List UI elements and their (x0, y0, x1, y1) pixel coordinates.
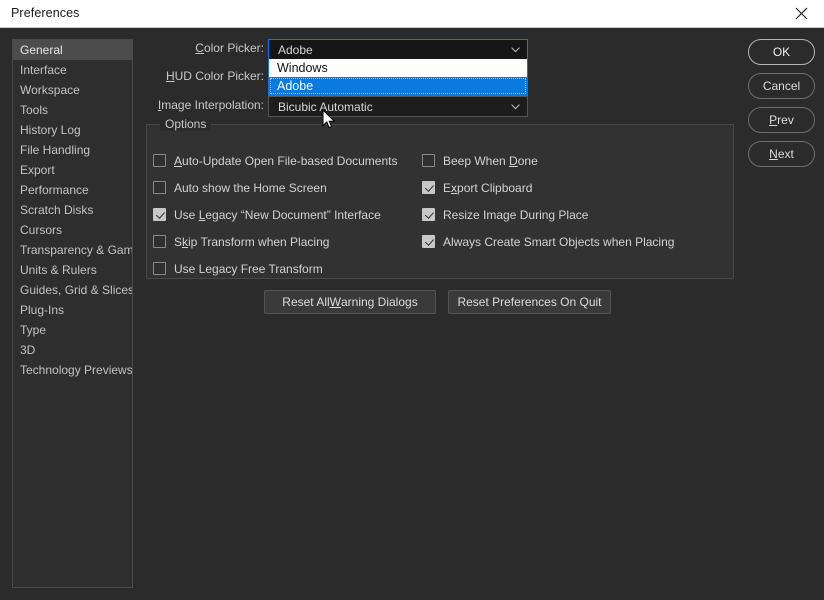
sidebar-item-label: Workspace (20, 83, 80, 97)
checkbox-label: Export Clipboard (443, 180, 533, 195)
image-interpolation-label: Image Interpolation: (157, 98, 264, 112)
checkbox-checked-icon[interactable] (422, 235, 435, 248)
sidebar-item-units-rulers[interactable]: Units & Rulers (13, 260, 132, 280)
sidebar-item-label: Type (20, 323, 47, 337)
sidebar-item-tools[interactable]: Tools (13, 100, 132, 120)
sidebar-item-label: Guides, Grid & Slices (20, 283, 133, 297)
chevron-down-icon (511, 47, 520, 53)
hud-color-picker-label: HUD Color Picker: (165, 69, 264, 83)
color-picker-label: Color Picker: (195, 41, 264, 55)
sidebar-item-label: 3D (20, 343, 36, 357)
reset-preferences-on-quit-button[interactable]: Reset Preferences On Quit (448, 290, 611, 314)
close-x-glyph (795, 7, 807, 20)
checkbox-label: Always Create Smart Objects when Placing (443, 234, 675, 249)
sidebar-item-label: Plug-Ins (20, 303, 65, 317)
checkbox-auto-update-open-file-based-documents[interactable]: Auto-Update Open File-based Documents (153, 147, 423, 174)
checkbox-checked-icon[interactable] (153, 208, 166, 221)
sidebar-item-label: Performance (20, 183, 89, 197)
color-picker-value: Adobe (278, 43, 313, 57)
checkbox-auto-show-the-home-screen[interactable]: Auto show the Home Screen (153, 174, 423, 201)
checkbox-label: Use Legacy Free Transform (174, 261, 323, 276)
options-left-column: Auto-Update Open File-based Documents Aut… (153, 147, 423, 282)
checkbox-label: Use Legacy “New Document” Interface (174, 207, 381, 222)
ok-button[interactable]: OK (748, 39, 815, 65)
checkbox-checked-icon[interactable] (422, 181, 435, 194)
next-button[interactable]: Next (748, 141, 815, 167)
preferences-dialog-body: General Interface Workspace Tools History Lo… (0, 28, 824, 600)
sidebar-item-transparency-gamut[interactable]: Transparency & Gamut (13, 240, 132, 260)
checkbox-label: Auto-Update Open File-based Documents (174, 153, 398, 168)
color-picker-option-windows[interactable]: Windows (269, 59, 527, 77)
sidebar-item-plug-ins[interactable]: Plug-Ins (13, 300, 132, 320)
sidebar-item-label: Cursors (20, 223, 63, 237)
image-interpolation-value: Bicubic Automatic (278, 100, 373, 114)
window-titlebar: Preferences (0, 0, 824, 28)
checkbox-label: Auto show the Home Screen (174, 180, 327, 195)
sidebar-item-guides-grid-slices[interactable]: Guides, Grid & Slices (13, 280, 132, 300)
cancel-button[interactable]: Cancel (748, 73, 815, 99)
sidebar-item-performance[interactable]: Performance (13, 180, 132, 200)
sidebar-item-label: General (20, 43, 63, 57)
checkbox-use-legacy-free-transform[interactable]: Use Legacy Free Transform (153, 255, 423, 282)
sidebar-item-workspace[interactable]: Workspace (13, 80, 132, 100)
checkbox-checked-icon[interactable] (422, 208, 435, 221)
close-icon[interactable] (778, 0, 824, 27)
sidebar-item-file-handling[interactable]: File Handling (13, 140, 132, 160)
checkbox-label: Skip Transform when Placing (174, 234, 330, 249)
sidebar-item-export[interactable]: Export (13, 160, 132, 180)
chevron-down-icon (511, 104, 520, 110)
sidebar-item-3d[interactable]: 3D (13, 340, 132, 360)
prev-button[interactable]: Prev (748, 107, 815, 133)
sidebar-item-cursors[interactable]: Cursors (13, 220, 132, 240)
sidebar-item-label: Tools (20, 103, 49, 117)
window-title: Preferences (11, 6, 80, 20)
sidebar-item-technology-previews[interactable]: Technology Previews (13, 360, 132, 380)
reset-all-warning-dialogs-button[interactable]: Reset All Warning Dialogs (264, 290, 436, 314)
checkbox-unchecked-icon[interactable] (153, 154, 166, 167)
image-interpolation-dropdown[interactable]: Bicubic Automatic (268, 96, 528, 117)
sidebar-item-type[interactable]: Type (13, 320, 132, 340)
sidebar-item-label: History Log (20, 123, 81, 137)
checkbox-use-legacy-new-document-interface[interactable]: Use Legacy “New Document” Interface (153, 201, 423, 228)
checkbox-export-clipboard[interactable]: Export Clipboard (422, 174, 722, 201)
preferences-category-list[interactable]: General Interface Workspace Tools History Lo… (12, 39, 133, 588)
checkbox-beep-when-done[interactable]: Beep When Done (422, 147, 722, 174)
checkbox-label: Resize Image During Place (443, 207, 589, 222)
options-right-column: Beep When Done Export Clipboard Resize Ima… (422, 147, 722, 255)
sidebar-item-scratch-disks[interactable]: Scratch Disks (13, 200, 132, 220)
checkbox-unchecked-icon[interactable] (422, 154, 435, 167)
checkbox-label: Beep When Done (443, 153, 538, 168)
options-group-title: Options (160, 117, 212, 131)
sidebar-item-label: Units & Rulers (20, 263, 97, 277)
sidebar-item-interface[interactable]: Interface (13, 60, 132, 80)
checkbox-unchecked-icon[interactable] (153, 262, 166, 275)
sidebar-item-label: Interface (20, 63, 67, 77)
sidebar-item-label: Technology Previews (20, 363, 133, 377)
sidebar-item-general[interactable]: General (13, 40, 132, 60)
checkbox-always-create-smart-objects-when-placing[interactable]: Always Create Smart Objects when Placing (422, 228, 722, 255)
color-picker-option-adobe[interactable]: Adobe (269, 77, 527, 95)
sidebar-item-label: File Handling (20, 143, 91, 157)
sidebar-item-label: Scratch Disks (20, 203, 94, 217)
checkbox-resize-image-during-place[interactable]: Resize Image During Place (422, 201, 722, 228)
sidebar-item-label: Export (20, 163, 55, 177)
sidebar-item-label: Transparency & Gamut (20, 243, 133, 257)
sidebar-item-history-log[interactable]: History Log (13, 120, 132, 140)
checkbox-unchecked-icon[interactable] (153, 235, 166, 248)
checkbox-skip-transform-when-placing[interactable]: Skip Transform when Placing (153, 228, 423, 255)
color-picker-options-list[interactable]: Windows Adobe (268, 59, 528, 96)
color-picker-dropdown[interactable]: Adobe (268, 39, 528, 60)
checkbox-unchecked-icon[interactable] (153, 181, 166, 194)
